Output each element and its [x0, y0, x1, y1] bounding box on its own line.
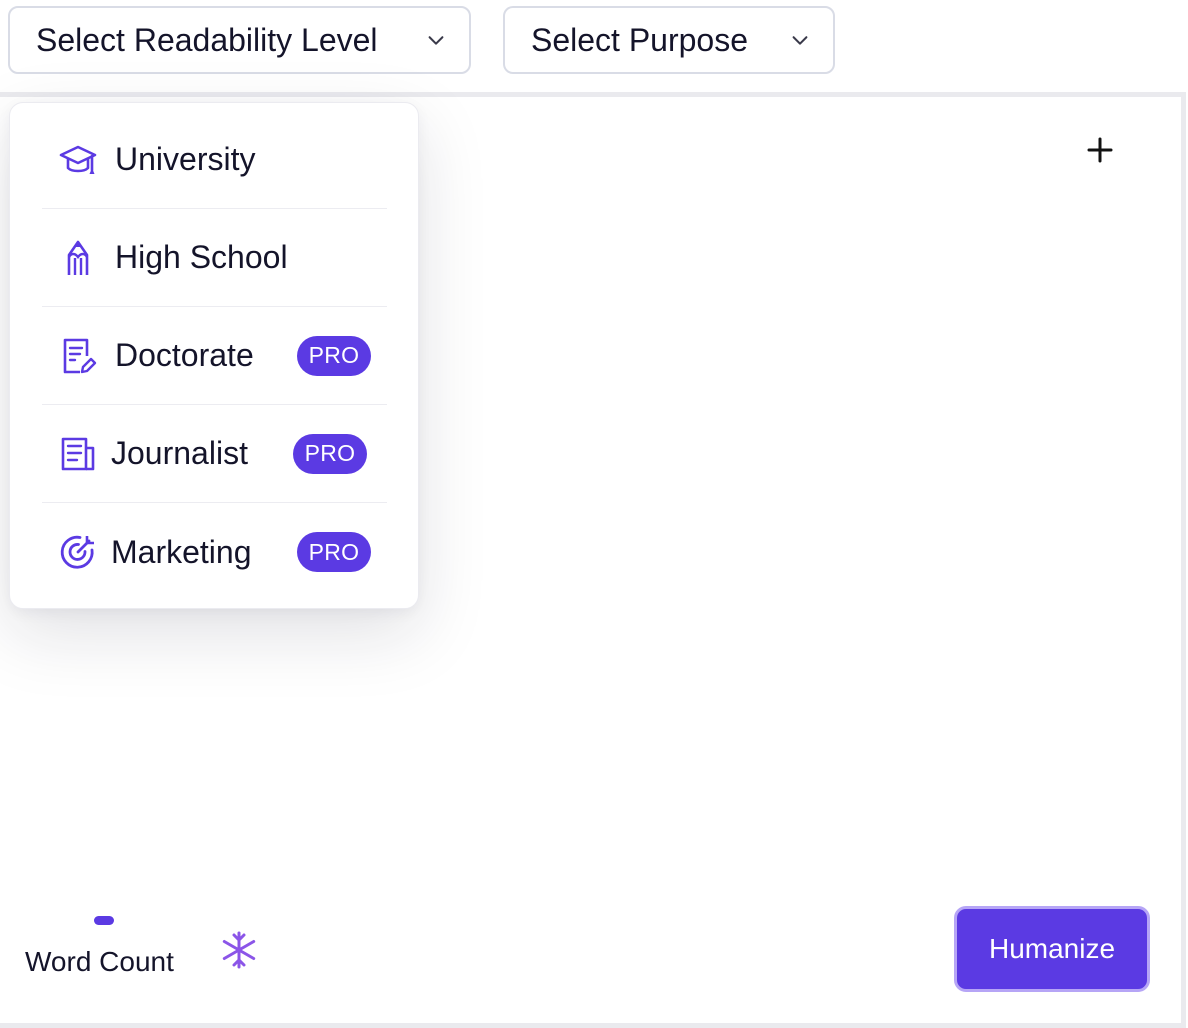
- purpose-select[interactable]: Select Purpose: [503, 6, 835, 74]
- humanize-button[interactable]: Humanize: [954, 906, 1150, 992]
- dropdown-item-label: Marketing: [111, 533, 252, 570]
- freeze-button[interactable]: [219, 930, 259, 970]
- dropdown-item-label: High School: [115, 239, 288, 275]
- snowflake-icon: [222, 931, 256, 969]
- target-arrow-icon: [58, 532, 98, 572]
- chevron-down-icon: [792, 36, 808, 45]
- pencil-school-icon: [58, 238, 98, 278]
- dropdown-item-university[interactable]: University: [42, 111, 387, 209]
- document-edit-icon: [58, 336, 98, 376]
- dropdown-item-high-school[interactable]: High School: [42, 209, 387, 307]
- readability-level-select[interactable]: Select Readability Level: [8, 6, 471, 74]
- dropdown-item-label: University: [115, 141, 256, 177]
- newspaper-icon: [58, 434, 98, 474]
- chevron-down-icon: [428, 36, 444, 45]
- readability-level-label: Select Readability Level: [36, 21, 378, 58]
- plus-icon: [1087, 137, 1113, 163]
- dropdown-item-label: Journalist: [111, 435, 248, 471]
- dropdown-item-doctorate[interactable]: Doctorate PRO: [42, 307, 387, 405]
- word-count-label: Word Count: [25, 946, 174, 977]
- toolbar: Select Readability Level Select Purpose: [0, 0, 1188, 92]
- purpose-label: Select Purpose: [531, 21, 749, 58]
- dropdown-item-journalist[interactable]: Journalist PRO: [42, 405, 387, 503]
- graduation-cap-icon: [58, 140, 98, 180]
- word-count-indicator: [94, 916, 114, 925]
- app-root: Select Readability Level Select Purpose: [0, 0, 1188, 1028]
- dropdown-item-label: Doctorate: [115, 337, 254, 373]
- dropdown-item-marketing[interactable]: Marketing PRO: [42, 503, 387, 601]
- pro-badge: PRO: [297, 532, 371, 572]
- pro-badge: PRO: [293, 433, 367, 474]
- add-button[interactable]: [1082, 132, 1118, 168]
- pro-badge: PRO: [297, 335, 371, 376]
- readability-dropdown-menu: University High School Doctorate PRO Jou…: [9, 102, 419, 609]
